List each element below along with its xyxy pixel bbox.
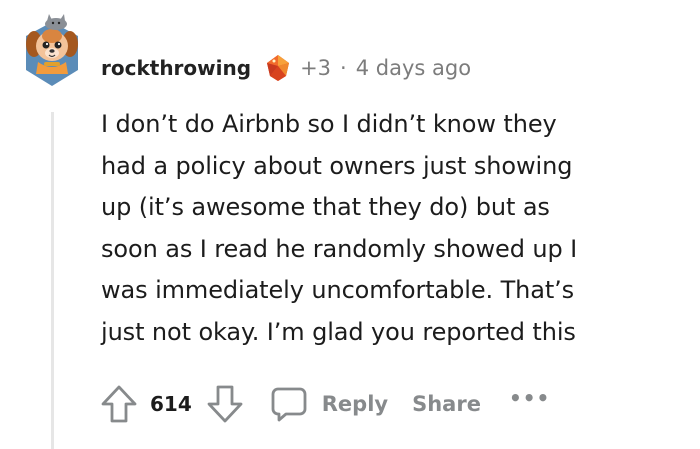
- share-button[interactable]: Share: [412, 392, 481, 416]
- username[interactable]: rockthrowing: [101, 56, 251, 80]
- comment-actions: 614 Reply Share •••: [100, 380, 550, 428]
- reply-label: Reply: [321, 392, 389, 416]
- arrow-down-icon: [207, 385, 243, 423]
- vote-count: 614: [150, 392, 192, 416]
- comment-body: I don’t do Airbnb so I didn’t know they …: [101, 104, 676, 353]
- comment-body-line: I don’t do Airbnb so I didn’t know they: [101, 110, 557, 138]
- comment-body-line: was immediately uncomfortable. That’s: [101, 276, 575, 304]
- comment-body-line: just not okay. I’m glad you reported thi…: [101, 317, 576, 346]
- comment-header: rockthrowing +3 · 4 days ago: [101, 52, 471, 84]
- reply-button[interactable]: Reply: [270, 385, 388, 423]
- ruby-gem-award-icon[interactable]: [265, 54, 291, 82]
- comment-body-line: up (it’s awesome that they do) but as: [101, 193, 550, 221]
- thread-line[interactable]: [51, 112, 54, 449]
- comment-body-line: soon as I read he randomly showed up I: [101, 234, 578, 263]
- comment-body-line: had a policy about owners just showing: [101, 151, 573, 180]
- meta-separator: ·: [340, 56, 347, 80]
- upvote-button[interactable]: [100, 384, 138, 424]
- gem-icon: [267, 55, 290, 81]
- speech-bubble-icon: [271, 387, 307, 422]
- award-count: +3: [300, 56, 332, 80]
- more-options-button[interactable]: •••: [509, 386, 550, 410]
- avatar[interactable]: [20, 14, 84, 90]
- arrow-up-icon: [101, 385, 137, 423]
- comment: rockthrowing +3 · 4 days ago I don’t do …: [0, 0, 700, 449]
- downvote-button[interactable]: [206, 384, 244, 424]
- dog-avatar-icon: [26, 14, 78, 86]
- timestamp[interactable]: 4 days ago: [356, 56, 471, 80]
